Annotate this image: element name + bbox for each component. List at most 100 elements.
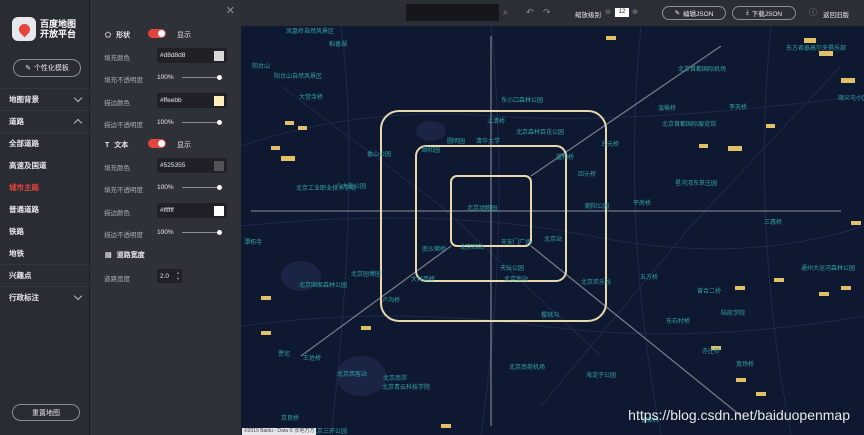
place-label: 香山公园 — [367, 150, 391, 158]
undo-icon[interactable]: ↶ — [526, 7, 534, 18]
style-panel: ✕ ⬠ 形状 显示 填充颜色 #d8d8d8 填充不透明度 100% 描边颜色 #… — [90, 0, 241, 435]
road-width-stepper[interactable]: 2.0 ▲ ▼ — [157, 269, 182, 283]
search-input[interactable] — [406, 4, 499, 21]
slider-handle[interactable] — [217, 120, 222, 125]
stroke-color-input[interactable]: #ffeebb — [157, 93, 227, 108]
menu-item-poi[interactable]: 兴趣点 — [0, 264, 90, 286]
place-label: 贾宅 — [278, 350, 290, 358]
baidu-logo[interactable]: 百度地图 开放平台 — [12, 16, 82, 42]
place-label: 北京南郊 — [383, 374, 407, 382]
sidebar: 百度地图 开放平台 ✎ 个性化模板 地图背景 道路 全部道路 高速及国道 城市主路… — [0, 0, 90, 435]
slider-handle[interactable] — [217, 185, 222, 190]
layer-menu: 地图背景 道路 全部道路 高速及国道 城市主路 普通道路 铁路 地铁 兴趣点 行… — [0, 88, 90, 308]
close-icon[interactable]: ✕ — [226, 4, 235, 17]
redo-icon[interactable]: ↷ — [543, 7, 551, 18]
pentagon-icon: ⬠ — [105, 32, 112, 39]
text-fill-input[interactable]: #525355 — [157, 158, 227, 173]
place-label: 通州大运河森林公园 — [801, 264, 855, 272]
fill-color-input[interactable]: #d8d8d8 — [157, 48, 227, 63]
place-label: 北京南苑机场 — [509, 363, 545, 371]
menu-item-main-road[interactable]: 城市主路 — [0, 176, 90, 198]
place-label: 北京园博园 — [351, 270, 381, 278]
place-label: 北京西站 — [460, 243, 484, 251]
text-stroke-opacity-slider[interactable]: 100% — [157, 225, 227, 240]
text-stroke-input[interactable]: #ffffff — [157, 203, 227, 218]
reset-map-button[interactable]: 重置地图 — [12, 404, 80, 421]
map-roads: 凤凰岭自然风景区 稻香湖 阳台山 阳台山自然风景区 大觉寺桥 东小口森林公园 北… — [241, 26, 864, 435]
road-width-icon: ▤ — [105, 252, 112, 259]
fill-opacity-label: 填充不透明度 — [104, 77, 143, 84]
text-stroke-opacity-label: 描边不透明度 — [104, 232, 143, 239]
place-label: 朝阳公园 — [585, 202, 609, 210]
color-swatch[interactable] — [214, 205, 224, 216]
zoom-level-value[interactable]: 12 — [615, 8, 629, 17]
search-icon[interactable]: ⌕ — [503, 7, 508, 18]
place-label: 南沙窝桥 — [422, 245, 446, 253]
place-label: 北京站 — [544, 235, 562, 243]
place-label: 阳台山自然风景区 — [274, 72, 322, 80]
place-label: 上清桥 — [487, 117, 505, 125]
edit-json-button[interactable]: ✎ 编辑JSON — [662, 6, 726, 20]
slider-handle[interactable] — [217, 75, 222, 80]
stroke-color-label: 描边颜色 — [104, 100, 130, 107]
place-label: 东小口森林公园 — [501, 96, 543, 104]
stepper-arrows-icon[interactable]: ▲ ▼ — [176, 270, 180, 282]
width-section-title: ▤ 道路宽度 — [105, 252, 145, 259]
menu-item-normal-road[interactable]: 普通道路 — [0, 198, 90, 220]
text-fill-label: 填充颜色 — [104, 165, 130, 172]
place-label: 凤凰岭自然风景区 — [286, 27, 334, 35]
place-label: 天安门广场 — [501, 238, 531, 246]
menu-item-highway[interactable]: 高速及国道 — [0, 154, 90, 176]
stroke-opacity-slider[interactable]: 100% — [157, 115, 227, 130]
place-label: 望和桥 — [556, 153, 574, 161]
zoom-level-label: 缩放级别 — [575, 12, 601, 19]
color-swatch[interactable] — [214, 50, 224, 61]
menu-item-all-roads[interactable]: 全部道路 — [0, 132, 90, 154]
menu-item-railway[interactable]: 铁路 — [0, 220, 90, 242]
place-label: 温榆桥 — [658, 104, 676, 112]
place-label: 北京动物园 — [467, 204, 497, 212]
place-label: 曾合二桥 — [697, 287, 721, 295]
back-old-version-button[interactable]: 返回旧版 — [823, 9, 849, 19]
download-json-button[interactable]: ⤓ 下载JSON — [732, 6, 796, 20]
slider-handle[interactable] — [217, 230, 222, 235]
menu-item-subway[interactable]: 地铁 — [0, 242, 90, 264]
place-label: 东石村桥 — [666, 317, 690, 325]
text-section-title: T 文本 — [105, 141, 129, 150]
zoom-in-icon[interactable]: ⊕ — [632, 8, 638, 16]
text-fill-opacity-slider[interactable]: 100% — [157, 180, 227, 195]
place-label: 稻香湖 — [329, 40, 347, 48]
shape-toggle-label: 显示 — [177, 32, 191, 39]
place-label: 大觉寺桥 — [299, 93, 323, 101]
text-toggle[interactable] — [148, 139, 166, 148]
place-label: 顺义屯小区 — [838, 94, 864, 102]
place-label: 樱桃沟 — [541, 311, 559, 319]
place-label: 北京南站 — [504, 275, 528, 283]
place-label: 星河湾东草庄园 — [675, 179, 717, 187]
place-label: 平房桥 — [633, 199, 651, 207]
place-label: 京良桥 — [281, 414, 299, 422]
menu-item-background[interactable]: 地图背景 — [0, 88, 90, 110]
zoom-out-icon[interactable]: ⊖ — [605, 8, 611, 16]
shape-toggle[interactable] — [148, 29, 166, 38]
place-label: 清华大学 — [476, 137, 500, 145]
place-label: 亦庄桥 — [702, 347, 720, 355]
place-label: 宽场桥 — [736, 360, 754, 368]
download-icon: ⤓ — [745, 9, 749, 16]
fill-opacity-slider[interactable]: 100% — [157, 70, 227, 85]
place-label: 北京国家森林公园 — [299, 281, 347, 289]
color-swatch[interactable] — [214, 95, 224, 106]
shape-section-title: ⬠ 形状 — [105, 32, 131, 39]
place-label: 圆明园 — [447, 138, 465, 145]
place-label: 李天桥 — [729, 103, 747, 111]
pen-icon: ✎ — [25, 65, 31, 72]
color-swatch[interactable] — [214, 160, 224, 171]
place-label: 阳台山 — [252, 62, 270, 70]
place-label: 五方桥 — [640, 273, 658, 281]
template-button[interactable]: ✎ 个性化模板 — [13, 59, 81, 77]
place-label: 卢沟桥 — [382, 296, 400, 304]
help-icon[interactable]: ⓘ — [809, 7, 817, 18]
menu-item-admin-label[interactable]: 行政标注 — [0, 286, 90, 308]
place-label: 北京西客站 — [337, 370, 367, 378]
menu-item-road[interactable]: 道路 — [0, 110, 90, 132]
